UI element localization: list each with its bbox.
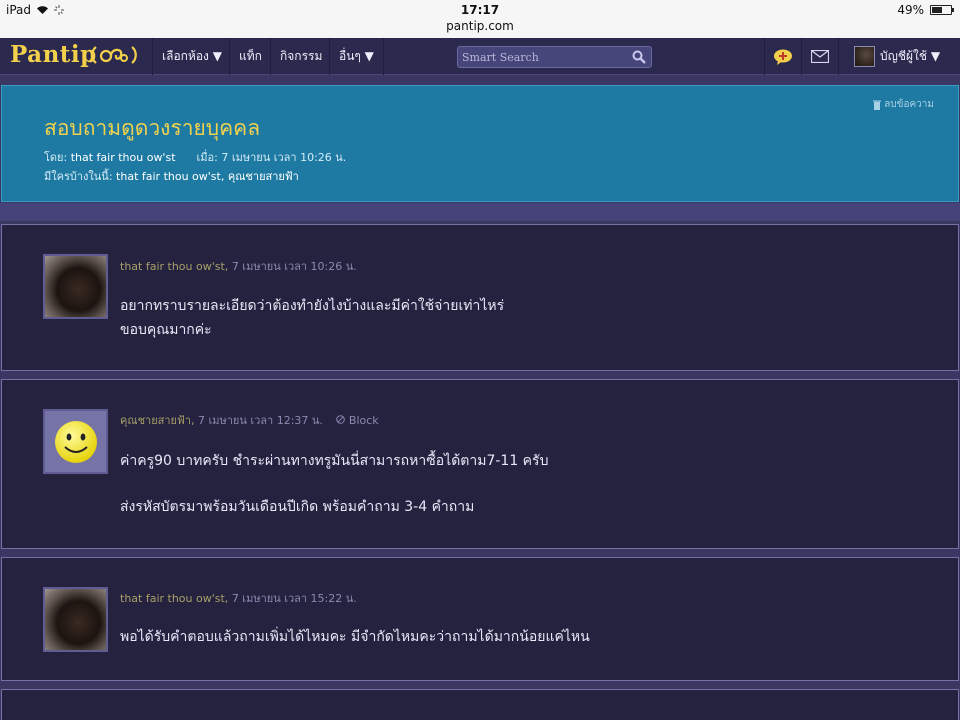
nav-divider bbox=[838, 38, 839, 75]
comment-author[interactable]: คุณชายสายฟ้า, bbox=[120, 414, 194, 427]
comment-card: คุณชายสายฟ้า, 7 เมษายน เวลา 12:37 น. Blo… bbox=[1, 379, 959, 549]
comment-meta: that fair thou ow'st, 7 เมษายน เวลา 10:2… bbox=[120, 257, 357, 275]
pantip-logo[interactable]: Pantip bbox=[10, 41, 97, 68]
comment-time: 7 เมษายน เวลา 12:37 น. bbox=[197, 414, 323, 427]
search-icon[interactable] bbox=[632, 50, 646, 64]
nav-activities[interactable]: กิจกรรม bbox=[270, 38, 331, 75]
new-topic-icon bbox=[774, 49, 792, 65]
nav-select-room[interactable]: เลือกห้อง ▼ bbox=[152, 38, 231, 75]
comment-author[interactable]: that fair thou ow'st, bbox=[120, 260, 228, 273]
status-time: 17:17 bbox=[460, 3, 500, 17]
comment-avatar[interactable] bbox=[43, 254, 108, 319]
topic-header: ลบข้อความ สอบถามดูดวงรายบุคคล โดย: that … bbox=[1, 85, 959, 202]
user-avatar[interactable] bbox=[854, 46, 875, 67]
comment-meta: คุณชายสายฟ้า, 7 เมษายน เวลา 12:37 น. Blo… bbox=[120, 411, 379, 429]
topic-participants: มีใครบ้างในนี้: that fair thou ow'st, คุ… bbox=[44, 167, 299, 185]
topic-meta: โดย: that fair thou ow'st เมื่อ: 7 เมษาย… bbox=[44, 148, 346, 166]
comment-card: that fair thou ow'st, 7 เมษายน เวลา 10:2… bbox=[1, 224, 959, 371]
search-input[interactable] bbox=[462, 49, 627, 65]
comment-line: ค่าครู90 บาทครับ ชำระผ่านทางทรูมันนี่สาม… bbox=[120, 453, 549, 469]
logo-mark-icon bbox=[90, 41, 138, 73]
comment-avatar[interactable] bbox=[43, 587, 108, 652]
battery-percent: 49% bbox=[897, 3, 924, 17]
comment-meta: that fair thou ow'st, 7 เมษายน เวลา 15:2… bbox=[120, 589, 357, 607]
topic-title: สอบถามดูดวงรายบุคคล bbox=[44, 116, 261, 140]
comment-card: that fair thou ow'st, 7 เมษายน เวลา 15:2… bbox=[1, 557, 959, 681]
comment-body: ค่าครู90 บาทครับ ชำระผ่านทางทรูมันนี่สาม… bbox=[120, 449, 548, 519]
comment-body: อยากทราบรายละเอียดว่าต้องทำยังไงบ้างและม… bbox=[120, 294, 504, 342]
comment-line: ส่งรหัสบัตรมาพร้อมวันเดือนปีเกิด พร้อมคำ… bbox=[120, 499, 475, 515]
battery-icon bbox=[930, 5, 954, 15]
comment-author[interactable]: that fair thou ow'st, bbox=[120, 592, 228, 605]
status-right: 49% bbox=[897, 3, 954, 17]
comment-time: 7 เมษายน เวลา 15:22 น. bbox=[231, 592, 357, 605]
when-label: เมื่อ: bbox=[196, 151, 218, 164]
block-user-link[interactable]: Block bbox=[336, 414, 379, 427]
comment-line: พอได้รับคำตอบแล้วถามเพิ่มได้ไหมคะ มีจำกั… bbox=[120, 629, 590, 645]
block-icon bbox=[336, 415, 346, 424]
block-label: Block bbox=[348, 414, 379, 427]
participants-label: มีใครบ้างในนี้: bbox=[44, 170, 113, 183]
ios-status-bar: iPad 17:17 pantip.com 49% bbox=[0, 0, 960, 38]
comment-line: อยากทราบรายละเอียดว่าต้องทำยังไงบ้างและม… bbox=[120, 298, 505, 314]
mail-icon bbox=[811, 50, 829, 63]
comment-time: 7 เมษายน เวลา 10:26 น. bbox=[231, 260, 357, 273]
smiley-icon bbox=[54, 420, 97, 463]
comment-line: ขอบคุณมากค่ะ bbox=[120, 322, 212, 338]
by-label: โดย: bbox=[44, 151, 68, 164]
nav-more[interactable]: อื่นๆ ▼ bbox=[329, 38, 384, 75]
nav-tags[interactable]: แท็ก bbox=[229, 38, 271, 75]
section-divider bbox=[0, 203, 960, 221]
account-menu[interactable]: บัญชีผู้ใช้ ▼ bbox=[880, 38, 940, 75]
smart-search-box[interactable] bbox=[457, 46, 652, 68]
delete-label: ลบข้อความ bbox=[884, 99, 934, 110]
trash-icon bbox=[873, 100, 882, 110]
delete-message-link[interactable]: ลบข้อความ bbox=[873, 97, 934, 112]
messages-button[interactable] bbox=[801, 38, 838, 75]
participant-link[interactable]: คุณชายสายฟ้า bbox=[228, 170, 299, 183]
address-url[interactable]: pantip.com bbox=[0, 19, 960, 33]
new-topic-button[interactable] bbox=[764, 38, 801, 75]
topic-author-link[interactable]: that fair thou ow'st bbox=[71, 151, 176, 164]
comment-card-partial bbox=[1, 689, 959, 720]
topic-time: 7 เมษายน เวลา 10:26 น. bbox=[221, 151, 347, 164]
comment-avatar[interactable] bbox=[43, 409, 108, 474]
comment-body: พอได้รับคำตอบแล้วถามเพิ่มได้ไหมคะ มีจำกั… bbox=[120, 625, 590, 649]
participant-link[interactable]: that fair thou ow'st, bbox=[116, 170, 224, 183]
top-navbar: Pantip เลือกห้อง ▼ แท็ก กิจกรรม อื่นๆ ▼ … bbox=[0, 38, 960, 75]
